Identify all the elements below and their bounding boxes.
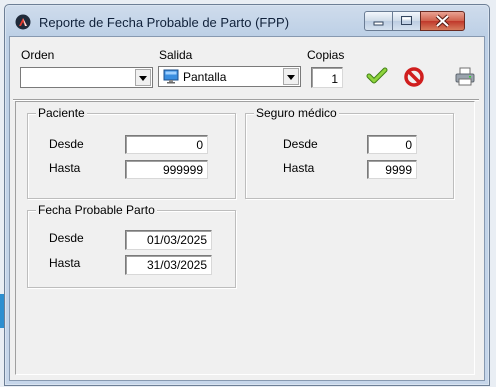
monitor-icon	[163, 69, 179, 84]
seguro-hasta-input[interactable]: 9999	[367, 160, 417, 179]
fecha-probable-parto-group: Fecha Probable Parto Desde 01/03/2025 Ha…	[27, 203, 236, 288]
close-button[interactable]	[420, 11, 465, 31]
checkmark-icon[interactable]	[366, 65, 388, 87]
orden-select[interactable]	[20, 67, 153, 88]
paciente-desde-label: Desde	[49, 137, 84, 151]
salida-select[interactable]: Pantalla	[158, 66, 301, 87]
seguro-hasta-label: Hasta	[283, 161, 315, 175]
no-entry-icon[interactable]	[403, 66, 425, 88]
close-icon	[435, 14, 450, 28]
minimize-button[interactable]	[364, 11, 392, 31]
salida-dropdown-arrow-icon[interactable]	[283, 68, 299, 85]
salida-select-value: Pantalla	[183, 70, 227, 84]
orden-dropdown-arrow-icon[interactable]	[135, 69, 151, 86]
paciente-desde-input[interactable]: 0	[125, 135, 208, 154]
orden-label: Orden	[21, 48, 55, 62]
salida-label: Salida	[159, 48, 193, 62]
fpp-desde-input[interactable]: 01/03/2025	[125, 230, 212, 250]
paciente-group: Paciente Desde 0 Hasta 999999	[27, 106, 236, 199]
window-title: Reporte de Fecha Probable de Parto (FPP)	[39, 15, 290, 30]
minimize-icon	[373, 21, 384, 26]
seguro-desde-label: Desde	[283, 137, 318, 151]
seguro-medico-group: Seguro médico Desde 0 Hasta 9999	[245, 106, 454, 199]
copias-label: Copias	[307, 48, 345, 62]
fpp-desde-label: Desde	[49, 231, 84, 245]
copias-input[interactable]: 1	[311, 67, 343, 88]
title-bar[interactable]: Reporte de Fecha Probable de Parto (FPP)	[5, 5, 489, 37]
fecha-probable-parto-group-title: Fecha Probable Parto	[36, 203, 157, 217]
seguro-desde-input[interactable]: 0	[367, 135, 417, 154]
maximize-icon	[401, 16, 412, 25]
paciente-hasta-input[interactable]: 999999	[125, 160, 208, 179]
app-logo-icon	[15, 14, 31, 30]
caption-buttons	[364, 11, 465, 31]
fpp-hasta-label: Hasta	[49, 256, 81, 270]
seguro-medico-group-title: Seguro médico	[254, 106, 339, 120]
paciente-group-title: Paciente	[36, 106, 87, 120]
printer-icon[interactable]	[454, 66, 476, 88]
filter-panel: Paciente Desde 0 Hasta 999999 Seguro méd…	[15, 101, 475, 375]
dialog-client-area: Orden Salida Pantalla Copias 1 Paciente …	[9, 36, 485, 381]
report-dialog-window: Reporte de Fecha Probable de Parto (FPP)	[4, 4, 490, 386]
fpp-hasta-input[interactable]: 31/03/2025	[125, 255, 212, 275]
paciente-hasta-label: Hasta	[49, 161, 81, 175]
maximize-button[interactable]	[392, 11, 420, 31]
